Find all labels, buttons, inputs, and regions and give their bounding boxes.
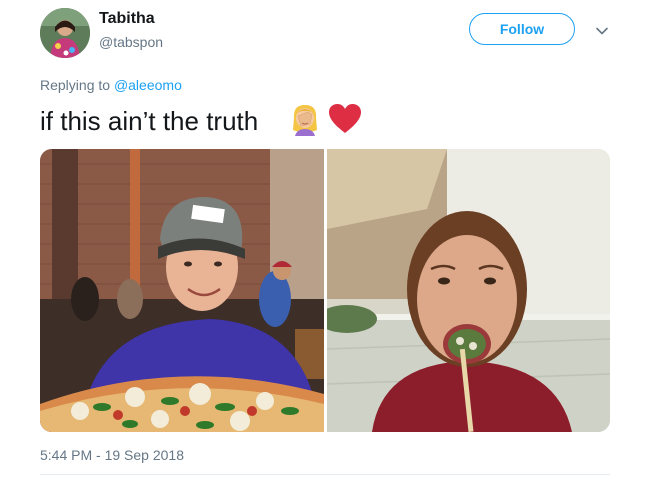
author-name[interactable]: Tabitha: [99, 10, 155, 28]
replying-to: Replying to @aleeomo: [40, 77, 182, 93]
woman-facepalming-emoji: [293, 105, 317, 136]
divider: [40, 474, 610, 475]
tweet-text: if this ain’t the truth: [40, 106, 259, 136]
follow-button[interactable]: Follow: [469, 13, 575, 45]
replying-to-label: Replying to: [40, 77, 114, 93]
red-heart-emoji: [329, 104, 361, 133]
avatar[interactable]: [40, 8, 90, 58]
photo-right[interactable]: [327, 149, 610, 432]
photo-left[interactable]: [40, 149, 324, 432]
reply-handle-link[interactable]: @aleeomo: [114, 77, 182, 93]
photo-young-man-with-pizza: [40, 149, 324, 432]
chevron-down-icon[interactable]: [595, 24, 609, 38]
avatar-image: [40, 8, 90, 58]
tweet-timestamp[interactable]: 5:44 PM - 19 Sep 2018: [40, 447, 184, 463]
author-handle[interactable]: @tabspon: [99, 34, 163, 50]
photo-young-woman-eating-sushi: [327, 149, 610, 432]
